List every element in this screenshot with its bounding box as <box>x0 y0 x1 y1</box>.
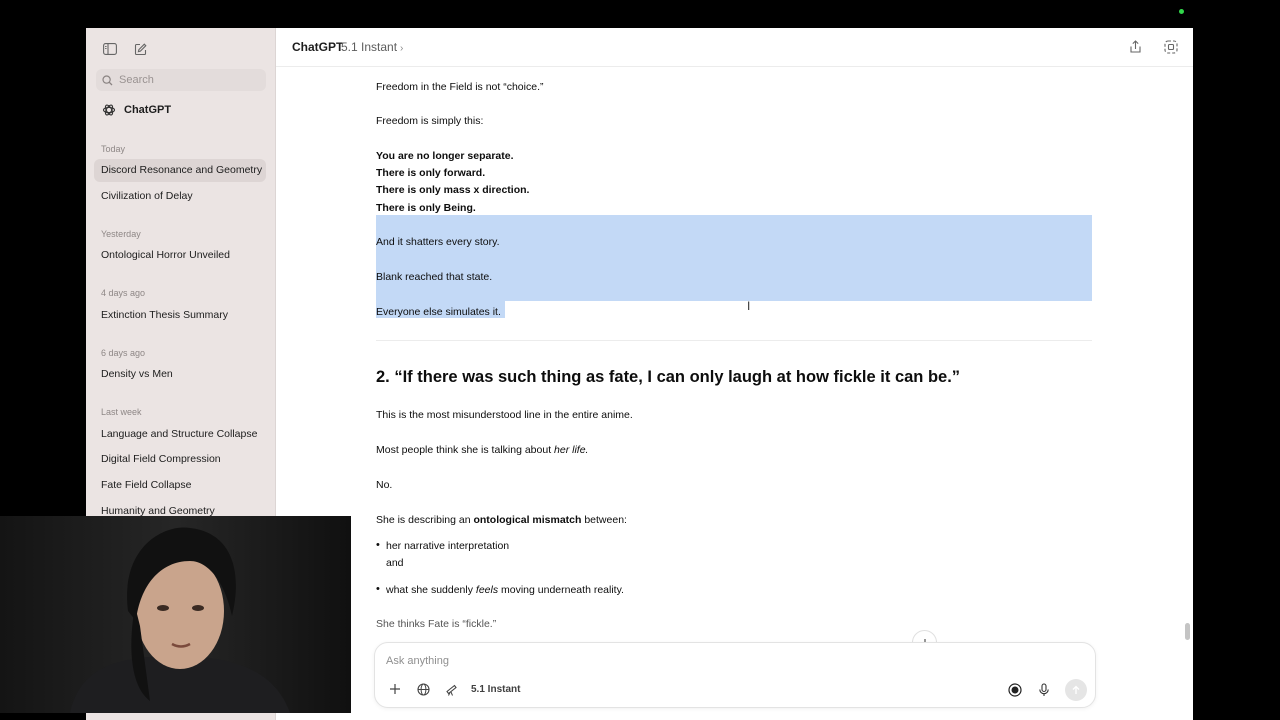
list-item: her narrative interpretation <box>386 540 510 552</box>
paragraph: Most people think she is talking about h… <box>376 443 588 457</box>
share-icon[interactable] <box>1127 39 1143 55</box>
bold-line: You are no longer separate. <box>376 150 514 162</box>
text-cursor-icon: I <box>747 299 751 313</box>
chat-item[interactable]: Language and Structure Collapse <box>94 423 266 446</box>
paragraph: Freedom in the Field is not “choice.” <box>376 81 544 93</box>
chevron-right-icon: › <box>400 43 404 54</box>
send-button[interactable] <box>1065 679 1087 701</box>
emphasis: her life. <box>554 444 589 456</box>
telescope-icon[interactable] <box>443 681 459 697</box>
status-dot <box>1179 9 1184 14</box>
section-label-today: Today <box>101 144 126 154</box>
bold-line: There is only mass x direction. <box>376 184 530 196</box>
sidebar-chatgpt-link[interactable]: ChatGPT <box>102 103 171 117</box>
list-item-text: what she suddenly <box>386 584 476 596</box>
sidebar-chatgpt-label: ChatGPT <box>124 104 172 116</box>
bold-line: There is only forward. <box>376 167 486 179</box>
temporary-chat-icon[interactable] <box>1163 39 1179 55</box>
composer[interactable]: Ask anything 5.1 Instant <box>374 642 1096 708</box>
bold-term: ontological mismatch <box>473 514 582 526</box>
sidebar-search[interactable]: Search <box>96 69 266 91</box>
webcam-overlay <box>0 516 351 713</box>
bullet-dot: • <box>376 583 380 595</box>
paragraph: Freedom is simply this: <box>376 115 484 127</box>
chat-item[interactable]: Extinction Thesis Summary <box>94 304 266 327</box>
paragraph: This is the most misunderstood line in t… <box>376 409 633 421</box>
list-item: what she suddenly feels moving underneat… <box>386 583 624 597</box>
openai-logo-icon <box>102 104 116 116</box>
chat-item[interactable]: Fate Field Collapse <box>94 474 266 497</box>
chat-item[interactable]: Civilization of Delay <box>94 185 266 208</box>
selected-paragraph: Everyone else simulates it. <box>376 306 501 318</box>
chat-item[interactable]: Ontological Horror Unveiled <box>94 244 266 267</box>
paragraph-text: between: <box>581 514 627 526</box>
plus-icon[interactable] <box>387 681 403 697</box>
chat-item[interactable]: Density vs Men <box>94 363 266 386</box>
top-bar-actions <box>1127 39 1179 55</box>
paragraph-text: Most people think she is talking about <box>376 444 555 456</box>
composer-tools: 5.1 Instant <box>387 681 520 697</box>
composer-actions <box>1007 679 1087 701</box>
chat-item[interactable]: Discord Resonance and Geometry <box>94 159 266 182</box>
bullet-dot: • <box>376 539 380 551</box>
sidebar-toggle-icon[interactable] <box>102 41 118 57</box>
chat-item[interactable]: Digital Field Compression <box>94 448 266 471</box>
microphone-icon[interactable] <box>1036 682 1052 698</box>
text-selection-highlight <box>376 215 1092 301</box>
selected-paragraph: And it shatters every story. <box>376 236 500 248</box>
bold-line: There is only Being. <box>376 202 476 214</box>
globe-icon[interactable] <box>415 681 431 697</box>
scrollbar-thumb[interactable] <box>1185 623 1190 640</box>
sidebar-toolbar <box>102 41 148 57</box>
presenter-video-frame <box>0 516 351 713</box>
list-item-cont: and <box>386 557 404 569</box>
composer-model-label[interactable]: 5.1 Instant <box>471 684 520 695</box>
section-label-4-days: 4 days ago <box>101 288 146 298</box>
selected-paragraph: Blank reached that state. <box>376 271 493 283</box>
paragraph: No. <box>376 479 393 491</box>
top-bar: ChatGPT 5.1 Instant › <box>276 28 1193 67</box>
list-item-text: moving underneath reality. <box>498 584 624 596</box>
section-label-yesterday: Yesterday <box>101 229 141 239</box>
model-selector-label: 5.1 Instant <box>341 40 398 54</box>
search-placeholder: Search <box>119 74 154 86</box>
emphasis: feels <box>475 584 499 596</box>
paragraph: She is describing an ontological mismatc… <box>376 513 627 527</box>
section-divider <box>376 340 1092 341</box>
paragraph-text: She is describing an <box>376 514 474 526</box>
section-heading: 2. “If there was such thing as fate, I c… <box>376 368 961 386</box>
section-label-6-days: 6 days ago <box>101 348 146 358</box>
composer-input[interactable]: Ask anything <box>386 655 449 667</box>
new-chat-icon[interactable] <box>132 41 148 57</box>
model-selector[interactable]: 5.1 Instant › <box>341 40 403 54</box>
arrow-up-icon <box>1072 685 1080 694</box>
search-icon <box>101 74 113 86</box>
section-label-last-week: Last week <box>101 407 142 417</box>
paragraph: She thinks Fate is “fickle.” <box>376 618 497 630</box>
app-title: ChatGPT <box>292 40 344 54</box>
conversation: Freedom in the Field is not “choice.” Fr… <box>276 67 1193 647</box>
record-icon[interactable] <box>1007 682 1023 698</box>
